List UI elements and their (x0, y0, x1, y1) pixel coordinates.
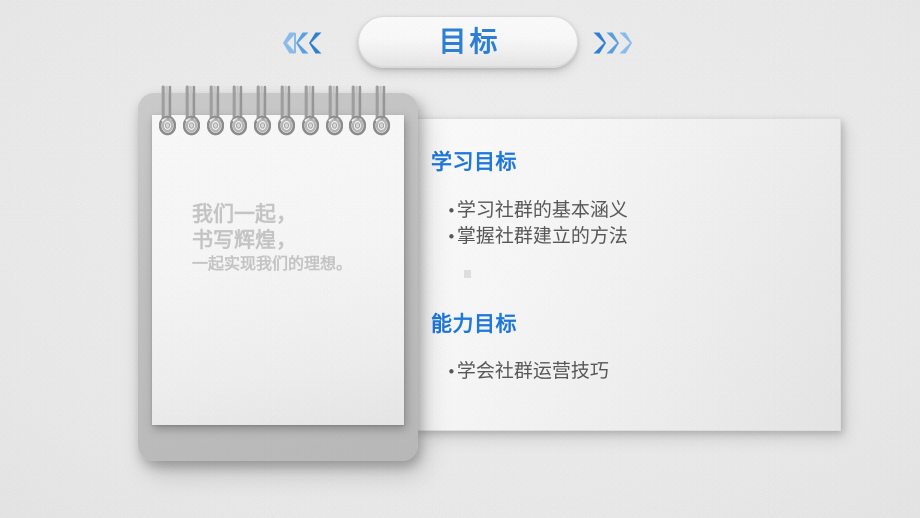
spiral-binding-ring-icon (301, 85, 319, 141)
notepad-spiral-binding (152, 85, 404, 147)
spiral-binding-ring-icon (159, 85, 176, 141)
bullet-list-ability-objectives: • 学会社群运营技巧 (447, 358, 609, 384)
section-title-ability-objectives: 能力目标 (431, 312, 517, 336)
bullet-marker-icon: • (447, 228, 456, 247)
list-item-label: 学会社群运营技巧 (456, 360, 609, 382)
objectives-panel: 学习目标 • 学习社群的基本涵义 • 掌握社群建立的方法 能力目标 • 学会社群… (415, 118, 841, 431)
spiral-binding-ring-icon (349, 85, 367, 141)
bullet-list-learning-objectives: • 学习社群的基本涵义 • 掌握社群建立的方法 (447, 197, 628, 249)
section-title-learning-objectives: 学习目标 (431, 150, 517, 174)
chevron-left-triple-icon (283, 30, 322, 56)
spiral-binding-ring-icon (373, 85, 391, 141)
notepad-line-1: 我们一起， (192, 202, 297, 226)
page-title: 目标 (438, 25, 501, 58)
notepad-quote: 我们一起， 书写辉煌， 一起实现我们的理想。 (192, 201, 378, 274)
notepad-line-2: 书写辉煌， (192, 228, 297, 253)
spiral-binding-ring-icon (278, 85, 295, 141)
bullet-marker-icon: • (447, 202, 456, 220)
objectives-panel-content: 学习目标 • 学习社群的基本涵义 • 掌握社群建立的方法 能力目标 • 学会社群… (424, 133, 830, 424)
notepad-line-3: 一起实现我们的理想。 (192, 253, 353, 273)
list-item: • 学会社群运营技巧 (447, 358, 609, 384)
list-item-label: 学习社群的基本涵义 (456, 199, 628, 221)
slide-header: 目标 (0, 0, 920, 86)
chevron-right-triple-icon (591, 30, 632, 56)
slide-canvas: 目标 学习目标 • 学习社群的基本涵义 • 掌握社群建立的方法 能力目标 • 学… (0, 0, 920, 518)
spiral-binding-ring-icon (325, 85, 343, 141)
spiral-binding-ring-icon (254, 85, 272, 141)
stray-placeholder-marker (464, 270, 471, 278)
notepad-graphic: 我们一起， 书写辉煌， 一起实现我们的理想。 (138, 85, 418, 461)
bullet-marker-icon: • (447, 363, 456, 381)
spiral-binding-ring-icon (182, 85, 200, 141)
chevron-left-icon-3 (309, 32, 324, 54)
notepad-paper: 我们一起， 书写辉煌， 一起实现我们的理想。 (152, 115, 404, 425)
chevron-right-icon-3 (617, 32, 632, 54)
spiral-binding-ring-icon (206, 85, 224, 141)
list-item-label: 掌握社群建立的方法 (456, 225, 628, 248)
spiral-binding-ring-icon (230, 85, 248, 141)
list-item: • 学习社群的基本涵义 (447, 197, 628, 223)
title-pill-button[interactable]: 目标 (358, 16, 578, 68)
list-item: • 掌握社群建立的方法 (447, 223, 628, 249)
